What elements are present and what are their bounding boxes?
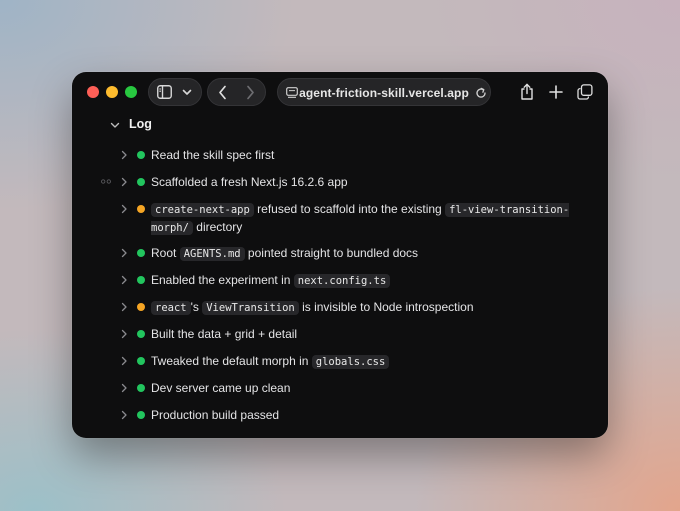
navigation-buttons [207, 78, 266, 106]
log-item-text: Production build passed [151, 407, 591, 424]
log-item-text: create-next-app refused to scaffold into… [151, 201, 591, 237]
inline-code: react [151, 301, 191, 315]
status-dot [137, 330, 145, 338]
forward-arrow-icon[interactable] [246, 85, 255, 100]
log-item-text: Scaffolded a fresh Next.js 16.2.6 app [151, 174, 591, 191]
status-dot [137, 303, 145, 311]
text-segment: directory [192, 220, 243, 234]
log-item-text: Tweaked the default morph in globals.css [151, 353, 591, 371]
chevron-right-icon[interactable] [121, 410, 128, 420]
chevron-right-icon[interactable] [121, 204, 128, 214]
inline-code: AGENTS.md [179, 247, 245, 261]
status-dot [137, 205, 145, 213]
log-title: Log [129, 117, 152, 131]
log-item-text: Read the skill spec first [151, 147, 591, 164]
chevron-right-icon[interactable] [121, 302, 128, 312]
text-segment: Root [151, 246, 180, 260]
text-segment: is invisible to Node introspection [298, 300, 474, 314]
log-item-text: Built the data + grid + detail [151, 326, 591, 343]
status-dot [137, 411, 145, 419]
chevron-right-icon[interactable] [121, 329, 128, 339]
minimize-window-button[interactable] [106, 86, 118, 98]
close-window-button[interactable] [87, 86, 99, 98]
sidebar-icon[interactable] [157, 85, 172, 99]
log-item-text: Dev server came up clean [151, 380, 591, 397]
log-item-text: Enabled the experiment in next.config.ts [151, 272, 591, 290]
text-segment: pointed straight to bundled docs [244, 246, 419, 260]
chevron-right-icon[interactable] [121, 383, 128, 393]
text-segment: 's [190, 300, 203, 314]
log-item-text: Root AGENTS.md pointed straight to bundl… [151, 245, 591, 263]
chevron-right-icon[interactable] [121, 177, 128, 187]
inline-code: next.config.ts [293, 274, 391, 288]
status-dot [137, 276, 145, 284]
url-text: agent-friction-skill.vercel.app [299, 86, 469, 100]
status-dot [137, 249, 145, 257]
inline-code: create-next-app [151, 203, 254, 217]
text-segment: Built the data + grid + detail [151, 327, 298, 341]
chevron-right-icon[interactable] [121, 275, 128, 285]
sidebar-toggle-group [148, 78, 202, 106]
status-dot [137, 178, 145, 186]
status-dot [137, 151, 145, 159]
text-segment: Scaffolded a fresh Next.js 16.2.6 app [151, 175, 348, 189]
tab-overview-icon[interactable] [577, 84, 593, 100]
link-icon[interactable] [101, 179, 111, 184]
new-tab-icon[interactable] [549, 85, 563, 99]
browser-window: agent-friction-skill.vercel.app Log Read… [72, 72, 608, 438]
chevron-down-icon[interactable] [182, 89, 192, 96]
chevron-right-icon[interactable] [121, 356, 128, 366]
title-bar: agent-friction-skill.vercel.app [72, 72, 608, 112]
status-dot [137, 357, 145, 365]
zoom-window-button[interactable] [125, 86, 137, 98]
back-arrow-icon[interactable] [218, 85, 227, 100]
text-segment: Enabled the experiment in [151, 273, 294, 287]
log-item-text: react's ViewTransition is invisible to N… [151, 299, 591, 317]
share-icon[interactable] [520, 83, 534, 100]
address-bar[interactable]: agent-friction-skill.vercel.app [277, 78, 491, 106]
text-segment: Dev server came up clean [151, 381, 291, 395]
inline-code: ViewTransition [202, 301, 299, 315]
text-segment: refused to scaffold into the existing [253, 202, 446, 216]
text-segment: Tweaked the default morph in [151, 354, 312, 368]
chevron-right-icon[interactable] [121, 150, 128, 160]
reload-icon[interactable] [475, 87, 487, 99]
inline-code: globals.css [311, 355, 390, 369]
chevron-right-icon[interactable] [121, 248, 128, 258]
text-segment: Read the skill spec first [151, 148, 275, 162]
chevron-down-icon[interactable] [110, 122, 120, 129]
status-dot [137, 384, 145, 392]
text-segment: Production build passed [151, 408, 280, 422]
